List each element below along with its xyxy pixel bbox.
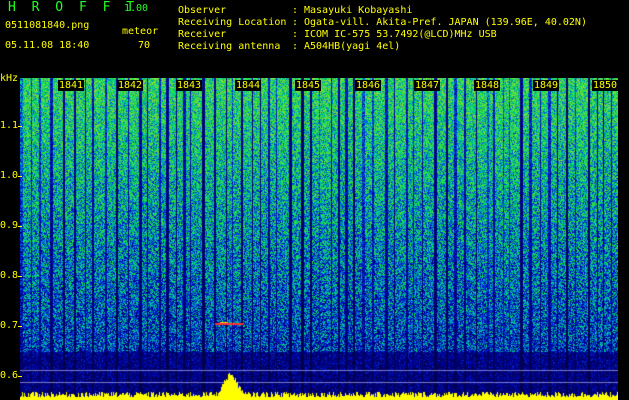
y-tick-label: 1.1 [0, 120, 19, 131]
minute-label: 1842 [117, 80, 144, 91]
file-name: 0511081840.png [5, 20, 90, 31]
y-tick-label: 0.8 [0, 270, 19, 281]
minute-label: 1847 [414, 80, 441, 91]
app-version: 1.00 [124, 3, 149, 14]
observer-value: Masayuki Kobayashi [304, 5, 413, 16]
antenna-label: Receiving antenna [178, 41, 281, 52]
minute-label: 1846 [355, 80, 382, 91]
minute-label: 1850 [592, 80, 619, 91]
antenna-value: A504HB(yagi 4el) [304, 41, 401, 52]
spectrogram [20, 78, 618, 400]
minute-label: 1844 [235, 80, 262, 91]
y-tick-label: 0.9 [0, 220, 19, 231]
y-tick-label: 0.6 [0, 370, 19, 381]
colon: : [292, 41, 299, 52]
y-tick-mark [18, 326, 22, 327]
minute-label: 1849 [533, 80, 560, 91]
receiver-value: ICOM IC-575 53.7492(@LCD)MHz USB [304, 29, 497, 40]
y-tick-mark [18, 376, 22, 377]
minute-label: 1845 [295, 80, 322, 91]
meteor-count: 70 [138, 40, 151, 51]
header-panel: H R O F F T 1.00 0511081840.png meteor 0… [0, 0, 629, 78]
y-tick-mark [18, 226, 22, 227]
y-tick-mark [18, 276, 22, 277]
y-tick-label: 0.7 [0, 320, 19, 331]
app-title: H R O F F T [8, 0, 139, 15]
location-value: Ogata-vill. Akita-Pref. JAPAN (139.96E, … [304, 17, 587, 28]
receiver-label: Receiver [178, 29, 227, 40]
colon: : [292, 29, 299, 40]
colon: : [292, 5, 299, 16]
y-axis-unit: kHz [0, 73, 19, 84]
right-margin [618, 78, 629, 400]
observer-label: Observer [178, 5, 227, 16]
meteor-label: meteor [122, 26, 159, 37]
minute-label: 1848 [474, 80, 501, 91]
y-tick-mark [18, 126, 22, 127]
colon: : [292, 17, 299, 28]
minute-label: 1843 [176, 80, 203, 91]
location-label: Receiving Location [178, 17, 287, 28]
y-tick-label: 1.0 [0, 170, 19, 181]
minute-label: 1841 [58, 80, 85, 91]
y-tick-mark [18, 176, 22, 177]
datetime: 05.11.08 18:40 [5, 40, 90, 51]
